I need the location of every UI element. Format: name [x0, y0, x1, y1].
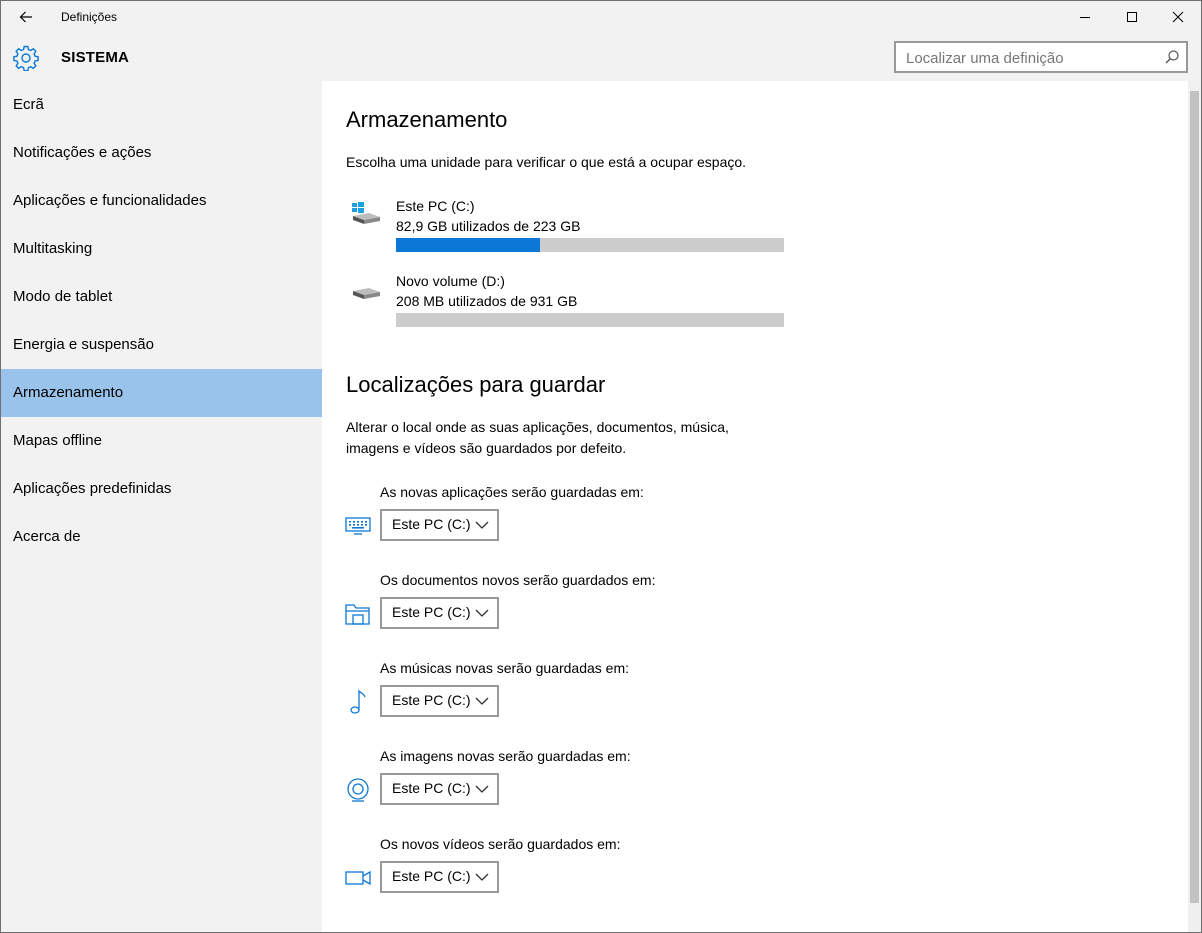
drive-c-usage-fill [396, 238, 540, 252]
sidebar-item-acerca-de[interactable]: Acerca de [1, 513, 322, 561]
storage-title: Armazenamento [346, 107, 508, 132]
drive-c-usage: 82,9 GB utilizados de 223 GB [396, 218, 581, 234]
chevron-down-icon [475, 785, 489, 793]
search-icon[interactable] [1164, 49, 1180, 65]
drive-d-usage: 208 MB utilizados de 931 GB [396, 293, 578, 309]
scrollbar[interactable] [1188, 81, 1201, 932]
section-title: SISTEMA [61, 49, 130, 66]
drive-d-usage-bar [396, 313, 784, 327]
chevron-down-icon [475, 697, 489, 705]
sidebar-item-aplicacoes[interactable]: Aplicações e funcionalidades [1, 177, 322, 225]
music-note-icon [350, 689, 366, 714]
chevron-down-icon [475, 521, 489, 529]
maximize-icon [1127, 12, 1137, 22]
images-location-label: As imagens novas serão guardadas em: [380, 748, 631, 764]
close-button[interactable] [1155, 1, 1201, 33]
sidebar-item-multitasking[interactable]: Multitasking [1, 225, 322, 273]
images-location-value: Este PC (C:) [392, 780, 471, 796]
video-camera-icon [345, 870, 371, 886]
apps-location-label: As novas aplicações serão guardadas em: [380, 484, 644, 500]
apps-location-dropdown[interactable]: Este PC (C:) [380, 509, 499, 541]
drive-d-name: Novo volume (D:) [396, 273, 505, 289]
locations-title: Localizações para guardar [346, 372, 606, 397]
sidebar-item-ecra[interactable]: Ecrã [1, 81, 322, 129]
sidebar-item-mapas-offline[interactable]: Mapas offline [1, 417, 322, 465]
camera-icon [347, 778, 369, 802]
gear-icon [13, 45, 39, 71]
sidebar: Ecrã Notificações e ações Aplicações e f… [1, 81, 322, 932]
videos-location-label: Os novos vídeos serão guardados em: [380, 836, 621, 852]
documents-location-value: Este PC (C:) [392, 604, 471, 620]
scrollbar-thumb[interactable] [1190, 91, 1199, 903]
drive-d[interactable]: Novo volume (D:) 208 MB utilizados de 93… [346, 273, 786, 333]
documents-folder-icon [345, 604, 370, 625]
settings-window: Definições SISTEMA Ecrã No [0, 0, 1202, 933]
drive-c-name: Este PC (C:) [396, 198, 475, 214]
apps-location-value: Este PC (C:) [392, 516, 471, 532]
close-icon [1172, 11, 1184, 23]
maximize-button[interactable] [1109, 1, 1155, 33]
sidebar-item-notificacoes[interactable]: Notificações e ações [1, 129, 322, 177]
minimize-button[interactable] [1062, 1, 1108, 33]
music-location-dropdown[interactable]: Este PC (C:) [380, 685, 499, 717]
storage-subtitle: Escolha uma unidade para verificar o que… [346, 154, 747, 170]
search-input[interactable] [906, 49, 1156, 67]
minimize-icon [1080, 17, 1090, 18]
back-arrow-icon [19, 11, 32, 23]
documents-location-label: Os documentos novos serão guardados em: [380, 572, 656, 588]
videos-location-value: Este PC (C:) [392, 868, 471, 884]
window-title: Definições [61, 10, 118, 24]
main-content: Armazenamento Escolha uma unidade para v… [322, 81, 1188, 932]
header: SISTEMA [1, 33, 1201, 81]
sidebar-item-energia[interactable]: Energia e suspensão [1, 321, 322, 369]
chevron-down-icon [475, 609, 489, 617]
images-location-dropdown[interactable]: Este PC (C:) [380, 773, 499, 805]
apps-keyboard-icon [345, 517, 371, 535]
title-bar: Definições [1, 1, 1201, 33]
sidebar-item-modo-tablet[interactable]: Modo de tablet [1, 273, 322, 321]
search-box[interactable] [894, 41, 1188, 73]
videos-location-dropdown[interactable]: Este PC (C:) [380, 861, 499, 893]
drive-c[interactable]: Este PC (C:) 82,9 GB utilizados de 223 G… [346, 198, 786, 258]
locations-description: Alterar o local onde as suas aplicações,… [346, 419, 729, 456]
windows-drive-icon [352, 202, 380, 224]
back-button[interactable] [7, 3, 45, 31]
music-location-label: As músicas novas serão guardadas em: [380, 660, 630, 676]
documents-location-dropdown[interactable]: Este PC (C:) [380, 597, 499, 629]
hard-drive-icon [353, 288, 380, 299]
sidebar-item-armazenamento[interactable]: Armazenamento [1, 369, 322, 417]
drive-c-usage-bar [396, 238, 784, 252]
sidebar-item-aplicacoes-predefinidas[interactable]: Aplicações predefinidas [1, 465, 322, 513]
music-location-value: Este PC (C:) [392, 692, 471, 708]
chevron-down-icon [475, 873, 489, 881]
